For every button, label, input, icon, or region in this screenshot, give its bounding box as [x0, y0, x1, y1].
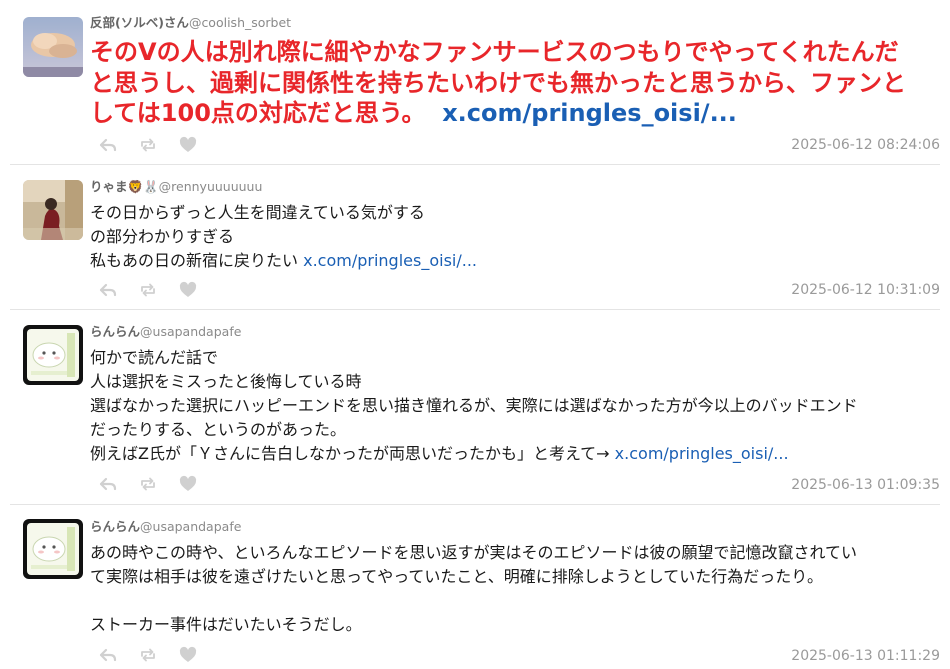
like-icon[interactable] [178, 135, 198, 155]
author-handle[interactable]: @coolish_sorbet [189, 15, 291, 30]
tweet-link[interactable]: x.com/pringles_oisi/... [442, 99, 737, 127]
text-line-last: 私もあの日の新宿に戻りたい x.com/pringles_oisi/... [90, 249, 940, 273]
reply-icon[interactable] [98, 474, 118, 494]
tweet-actions [98, 135, 198, 155]
retweet-icon[interactable] [138, 474, 158, 494]
tweet-actions [98, 645, 198, 665]
text-line: あの時やこの時や、といろんなエピソードを思い返すが実はそのエピソードは彼の願望で… [90, 543, 858, 562]
text-line: ストーカー事件はだいたいそうだし。 [90, 615, 362, 634]
avatar[interactable] [23, 17, 83, 77]
timestamp[interactable]: 2025-06-13 01:11:29 [791, 648, 940, 664]
text-line: て実際は相手は彼を遠ざけたいと思ってやっていたこと、明確に排除しようとしていた行… [90, 567, 823, 586]
author-name[interactable]: 反部(ソルベ)さん [90, 15, 189, 30]
text-line: 選ばなかった選択にハッピーエンドを思い描き憧れるが、実際には選ばなかった方が今以… [90, 396, 858, 415]
retweet-icon[interactable] [138, 645, 158, 665]
author-name[interactable]: りゃま🦁🐰 [90, 179, 159, 194]
tweet-4: らんらん@usapandapafe あの時やこの時や、といろんなエピソードを思い… [0, 505, 950, 667]
tweet-actions [98, 280, 198, 300]
avatar[interactable] [23, 180, 83, 240]
author-handle[interactable]: @usapandapafe [140, 519, 241, 534]
author[interactable]: らんらん@usapandapafe [90, 321, 241, 340]
tweet-text: あの時やこの時や、といろんなエピソードを思い返すが実はそのエピソードは彼の願望で… [90, 541, 940, 637]
author[interactable]: らんらん@usapandapafe [90, 516, 241, 535]
text-line: の部分わかりすぎる [90, 227, 235, 246]
avatar[interactable] [23, 519, 83, 579]
reply-icon[interactable] [98, 135, 118, 155]
author[interactable]: 反部(ソルベ)さん@coolish_sorbet [90, 12, 291, 31]
text-segment: 私もあの日の新宿に戻りたい [90, 251, 299, 270]
text-line-last: 例えばZ氏が「Ｙさんに告白しなかったが両思いだったかも」と考えて→ x.com/… [90, 442, 940, 466]
author-name[interactable]: らんらん [90, 324, 140, 339]
text-segment: 例えばZ氏が「Ｙさんに告白しなかったが両思いだったかも」と考えて→ [90, 444, 610, 463]
tweet-link[interactable]: x.com/pringles_oisi/... [615, 444, 789, 463]
text-segment: しては100点の対応だと思う。 [90, 99, 426, 127]
text-line: 何かで読んだ話で [90, 348, 219, 367]
tweet-text: 何かで読んだ話で 人は選択をミスったと後悔している時 選ばなかった選択にハッピー… [90, 346, 940, 466]
timestamp[interactable]: 2025-06-12 08:24:06 [791, 137, 940, 153]
text-line-last: しては100点の対応だと思う。 x.com/pringles_oisi/... [90, 98, 940, 129]
like-icon[interactable] [178, 474, 198, 494]
author[interactable]: りゃま🦁🐰@rennyuuuuuuu [90, 176, 262, 195]
text-line: その日からずっと人生を間違えている気がする [90, 203, 425, 222]
text-line: 人は選択をミスったと後悔している時 [90, 372, 362, 391]
tweet-link[interactable]: x.com/pringles_oisi/... [303, 251, 477, 270]
text-line [90, 589, 940, 613]
text-line: だったりする、というのがあった。 [90, 420, 347, 439]
reply-icon[interactable] [98, 645, 118, 665]
author-name[interactable]: らんらん [90, 519, 140, 534]
timestamp[interactable]: 2025-06-12 10:31:09 [791, 282, 940, 298]
retweet-icon[interactable] [138, 280, 158, 300]
retweet-icon[interactable] [138, 135, 158, 155]
tweet-text: そのVの人は別れ際に細やかなファンサービスのつもりでやってくれたんだ と思うし、… [90, 37, 940, 129]
avatar[interactable] [23, 325, 83, 385]
author-handle[interactable]: @rennyuuuuuuu [159, 179, 263, 194]
text-line: と思うし、過剰に関係性を持ちたいわけでも無かったと思うから、ファンと [90, 68, 906, 97]
timestamp[interactable]: 2025-06-13 01:09:35 [791, 477, 940, 493]
text-line: そのVの人は別れ際に細やかなファンサービスのつもりでやってくれたんだ [90, 38, 899, 66]
like-icon[interactable] [178, 280, 198, 300]
tweet-3: らんらん@usapandapafe 何かで読んだ話で 人は選択をミスったと後悔し… [0, 310, 950, 505]
tweet-2: りゃま🦁🐰@rennyuuuuuuu その日からずっと人生を間違えている気がする… [0, 165, 950, 310]
tweet-actions [98, 474, 198, 494]
like-icon[interactable] [178, 645, 198, 665]
tweet-text: その日からずっと人生を間違えている気がする の部分わかりすぎる 私もあの日の新宿… [90, 201, 940, 273]
tweet-1: 反部(ソルベ)さん@coolish_sorbet そのVの人は別れ際に細やかなフ… [0, 0, 950, 165]
reply-icon[interactable] [98, 280, 118, 300]
author-handle[interactable]: @usapandapafe [140, 324, 241, 339]
